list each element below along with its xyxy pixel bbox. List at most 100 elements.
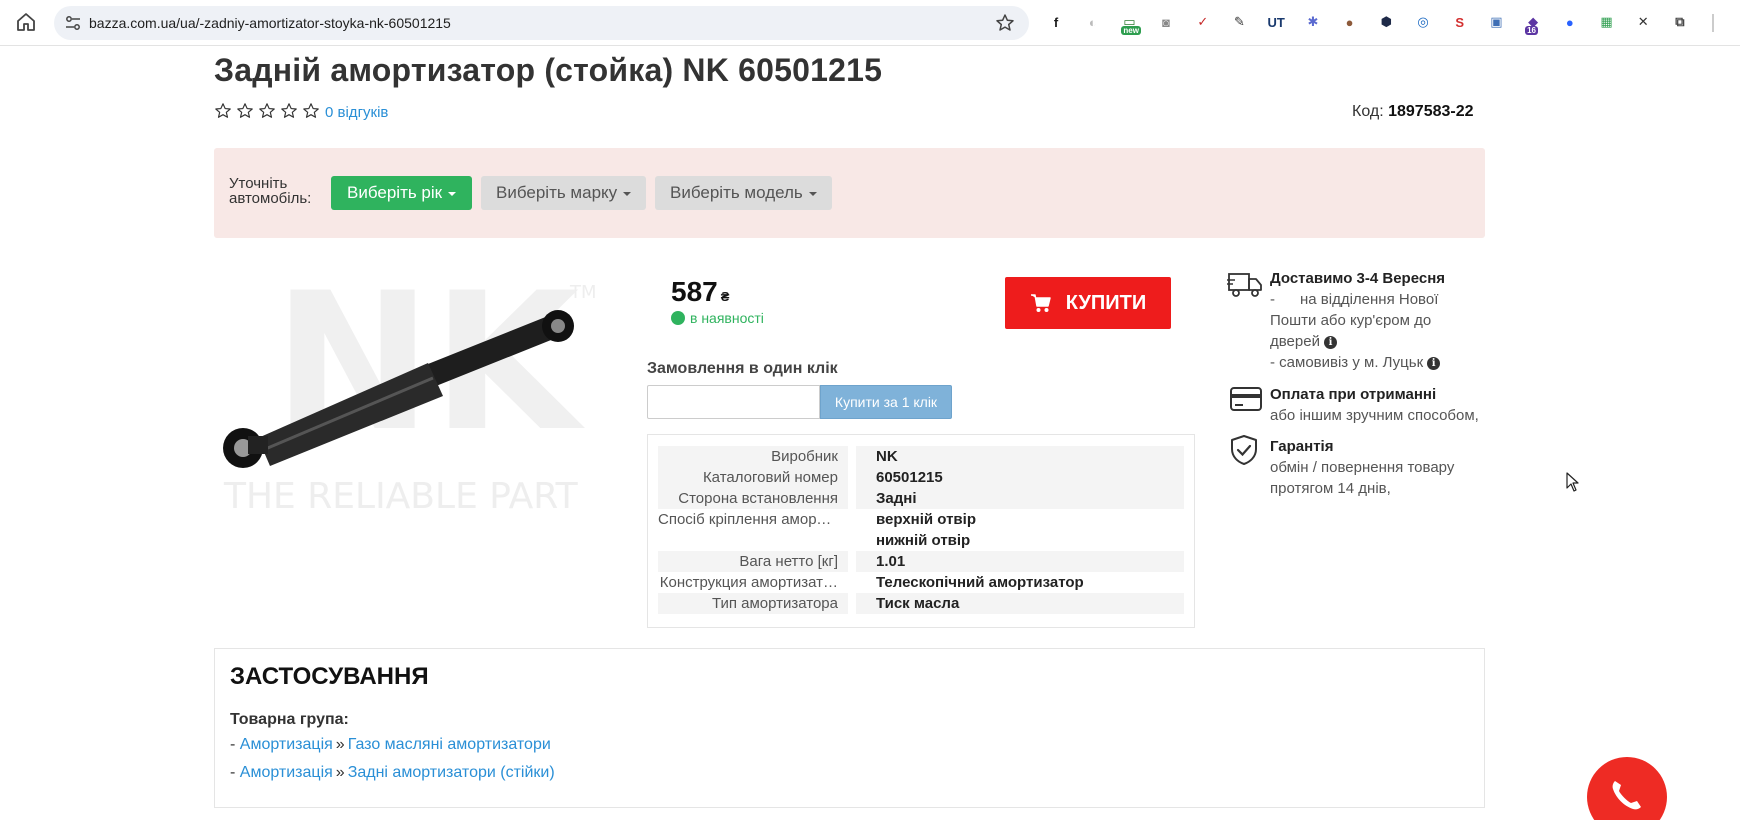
stock-text: в наявності [690, 310, 764, 326]
reviews-link[interactable]: 0 відгуків [325, 104, 388, 121]
extension-pen-icon[interactable]: ✎ [1229, 11, 1251, 33]
url-text[interactable]: bazza.com.ua/ua/-zadniy-amortizator-stoy… [89, 15, 451, 31]
star-outline-icon[interactable] [236, 102, 254, 120]
product-group-label: Товарна група: [230, 711, 349, 728]
caret-down-icon [623, 192, 632, 196]
category-parent-link[interactable]: Амортизація [240, 764, 333, 781]
browser-toolbar: bazza.com.ua/ua/-zadniy-amortizator-stoy… [0, 0, 1740, 46]
payment-title: Оплата при отриманні [1270, 386, 1437, 403]
site-settings-icon[interactable] [64, 14, 82, 32]
buy-button[interactable]: КУПИТИ [1005, 277, 1171, 329]
car-filter-label: Уточніть автомобіль: [229, 175, 312, 207]
delivery-info: Доставимо 3-4 Вересня - на відділення Но… [1270, 268, 1485, 373]
warranty-title: Гарантія [1270, 438, 1334, 455]
rating-stars[interactable] [214, 102, 320, 120]
application-section: ЗАСТОСУВАННЯ Товарна група: - Амортизаці… [214, 648, 1485, 808]
extension-check-icon[interactable]: ✓ [1192, 11, 1214, 33]
select-model-button[interactable]: Виберіть модель [655, 176, 832, 210]
delivery-truck-icon [1227, 273, 1262, 297]
category-child-link[interactable]: Газо масляні амортизатори [348, 736, 551, 753]
extension-f-icon[interactable]: f [1045, 11, 1067, 33]
phone-icon [1612, 781, 1641, 810]
category-child-link[interactable]: Задні амортизатори (стійки) [348, 764, 555, 781]
extension-x-icon[interactable]: ✕ [1632, 11, 1654, 33]
call-button[interactable] [1587, 757, 1667, 820]
spec-value: 60501215 [856, 467, 1184, 488]
tm-mark: TM [569, 282, 597, 303]
product-image[interactable]: NK TM THE RELIABLE PART [218, 268, 608, 530]
info-icon[interactable]: i [1323, 335, 1337, 349]
in-stock-dot-icon [671, 311, 685, 325]
spec-value: NK [856, 446, 1184, 467]
spec-key: Спосіб кріплення аморт… [658, 511, 839, 528]
spec-value: Телескопічний амортизатор [876, 574, 1084, 591]
caret-down-icon [808, 192, 817, 196]
spec-key: Виробник [658, 446, 848, 467]
extension-photo-icon[interactable]: ▣ [1485, 11, 1507, 33]
spec-key [658, 530, 848, 551]
home-icon[interactable] [14, 10, 38, 34]
spec-row: Каталоговий номер 60501215 [658, 467, 1184, 488]
price-value: 587 [671, 276, 718, 307]
delivery-line-1: - на відділення Нової Пошти або кур'єром… [1270, 291, 1443, 350]
select-make-button[interactable]: Виберіть марку [481, 176, 647, 210]
extension-s-icon[interactable]: S [1449, 11, 1471, 33]
extension-hex-icon[interactable]: ⬢ [1375, 11, 1397, 33]
application-heading: ЗАСТОСУВАННЯ [230, 663, 429, 690]
payment-info: Оплата при отриманні або іншим зручним с… [1270, 384, 1485, 426]
spec-value: Тиск масла [856, 593, 1184, 614]
bookmark-star-icon[interactable] [995, 13, 1015, 33]
extension-ut-icon[interactable]: UT [1265, 11, 1287, 33]
breadcrumb-separator-icon: » [335, 736, 345, 753]
extension-new-icon[interactable]: ▭ new [1118, 11, 1141, 35]
spec-key: Каталоговий номер [658, 467, 848, 488]
extension-cookie-icon[interactable]: ● [1339, 11, 1361, 33]
address-bar[interactable]: bazza.com.ua/ua/-zadniy-amortizator-stoy… [54, 6, 1029, 40]
spec-row: Конструкция амортизат… Телескопічний амор… [658, 572, 1184, 593]
extension-dot-icon[interactable]: ● [1559, 11, 1581, 33]
caret-down-icon [448, 192, 457, 196]
extension-gear-icon[interactable]: ✱ [1302, 11, 1324, 33]
cart-icon [1030, 294, 1051, 312]
delivery-title: Доставимо 3-4 Вересня [1270, 270, 1446, 287]
extension-grid-icon[interactable]: ▦ [1596, 11, 1618, 33]
spec-key: Конструкция амортизат… [659, 574, 838, 591]
select-year-button[interactable]: Виберіть рік [331, 176, 473, 210]
one-click-buy-button[interactable]: Купити за 1 клік [820, 385, 952, 419]
category-row: - Амортизація» Газо масляні амортизатори [230, 736, 551, 753]
spec-value: нижній отвір [876, 532, 971, 549]
info-icon[interactable]: i [1427, 356, 1441, 370]
spec-row: Спосіб кріплення аморт… верхній отвір [658, 509, 1184, 530]
extension-camera-icon[interactable]: ◙ [1155, 11, 1177, 33]
star-outline-icon[interactable] [258, 102, 276, 120]
extension-counter-icon[interactable]: ◆ 16 [1522, 11, 1544, 35]
star-outline-icon[interactable] [280, 102, 298, 120]
spec-value: Задні [856, 488, 1184, 509]
star-outline-icon[interactable] [214, 102, 232, 120]
select-year-label: Виберіть рік [347, 183, 443, 202]
price: 587 ₴ [671, 276, 729, 308]
extensions-puzzle-icon[interactable]: ⧉ [1669, 11, 1691, 33]
star-outline-icon[interactable] [302, 102, 320, 120]
breadcrumb-separator-icon: » [335, 764, 345, 781]
spec-row: нижній отвір [658, 530, 1184, 551]
warranty-info: Гарантія обмін / повернення товару протя… [1270, 436, 1485, 499]
one-click-title: Замовлення в один клік [647, 360, 838, 377]
delivery-line-2: - самовивіз у м. Луцьк [1270, 354, 1424, 371]
product-code: Код: 1897583-22 [1352, 103, 1474, 121]
category-parent-link[interactable]: Амортизація [240, 736, 333, 753]
specs-table: Виробник NK Каталоговий номер 60501215 Сторо… [647, 434, 1195, 628]
spec-key: Сторона встановлення [658, 488, 848, 509]
payment-text: або іншим зручним способом, [1270, 407, 1479, 424]
product-code-value: 1897583-22 [1388, 103, 1474, 120]
spec-row: Сторона встановлення Задні [658, 488, 1184, 509]
stock-status: в наявності [671, 310, 764, 326]
spec-key: Вага нетто [кг] [658, 551, 848, 572]
extension-drop-icon[interactable]: ◐ [1082, 11, 1104, 33]
product-code-label: Код: [1352, 103, 1384, 120]
warranty-text: обмін / повернення товару протягом 14 дн… [1270, 459, 1455, 497]
select-make-label: Виберіть марку [496, 183, 618, 202]
credit-card-icon [1230, 387, 1262, 411]
extension-lens-icon[interactable]: ◎ [1412, 11, 1434, 33]
phone-input[interactable] [647, 385, 820, 419]
